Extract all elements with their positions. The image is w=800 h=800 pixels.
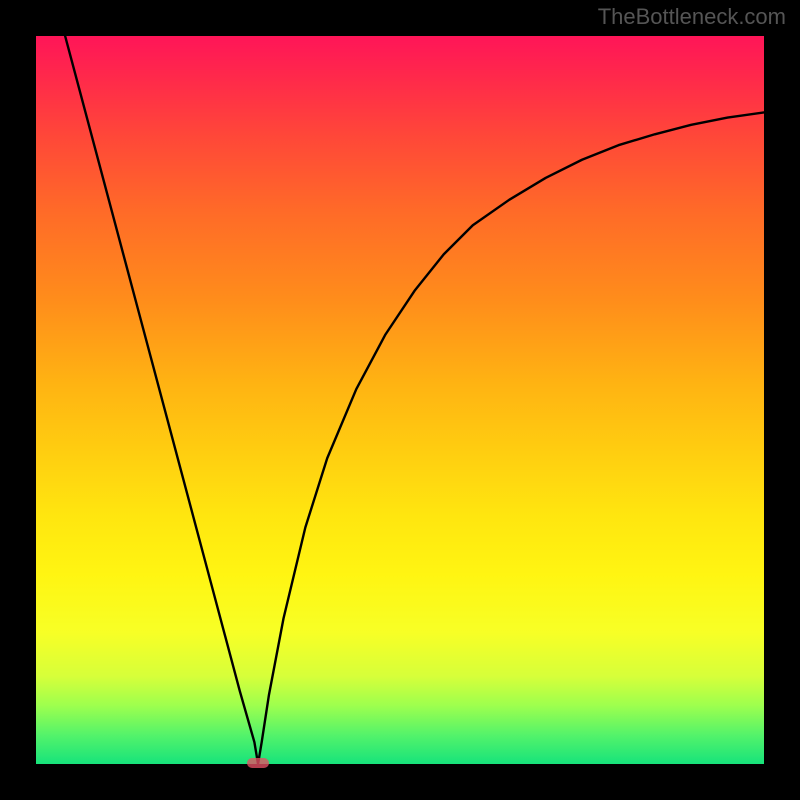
plot-gradient-area: [36, 36, 764, 764]
watermark-text: TheBottleneck.com: [598, 4, 786, 30]
optimum-marker: [247, 758, 269, 768]
chart-frame: TheBottleneck.com: [0, 0, 800, 800]
